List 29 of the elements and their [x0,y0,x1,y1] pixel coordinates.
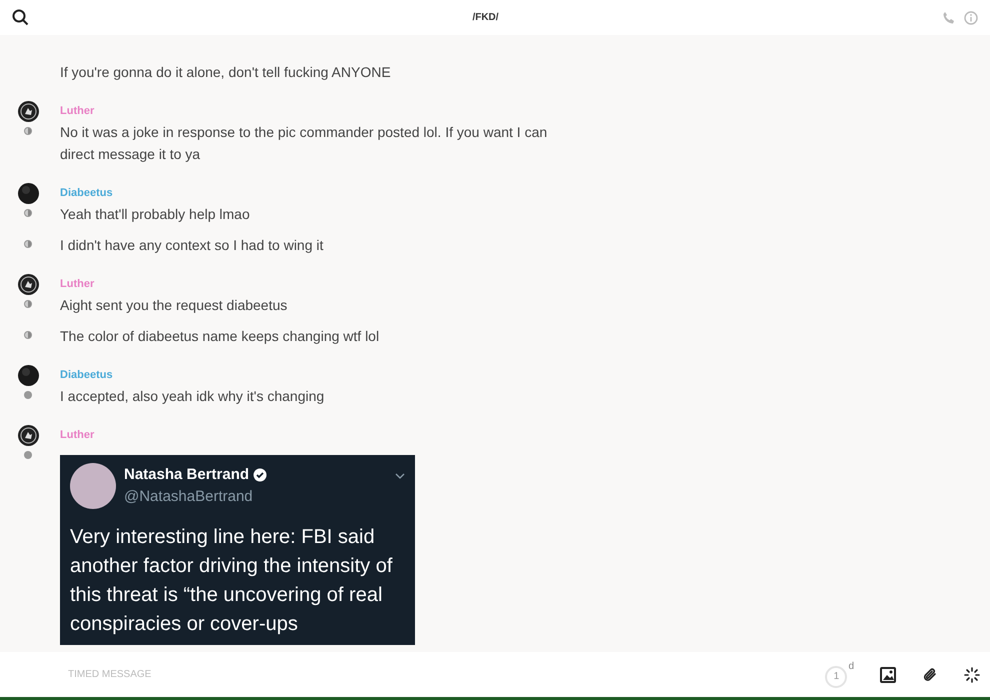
author-name: Luther [60,276,94,292]
chevron-down-icon [395,473,405,479]
message-text: No it was a joke in response to the pic commander posted lol. If you want I can direct message it to ya [60,123,548,164]
avatar-photo-placeholder [70,463,116,509]
message-text: I didn't have any context so I had to wing it [60,236,324,255]
search-icon[interactable] [12,9,29,26]
author-name: Diabeetus [60,186,113,201]
channel-title: /FKD/ [472,11,499,25]
message-text: Aight sent you the request diabeetus [60,296,288,315]
message-input[interactable]: TIMED MESSAGE [66,660,826,690]
message-text: The color of diabeetus name keeps changing wtf lol [60,327,380,346]
message-text: If you're gonna do it alone, don't tell fucking ANYONE [60,63,391,82]
avatar-icon[interactable] [18,100,38,122]
avatar-icon[interactable] [18,424,38,446]
avatar-icon[interactable] [18,364,38,386]
avatar-icon[interactable] [18,274,38,294]
author-name: Diabeetus [60,368,113,383]
tweet-author-name: Natasha Bertrand [124,464,250,484]
message-text: Yeah that'll probably help lmao [60,205,250,224]
message-text: I accepted, also yeah idk why it's changing [60,387,324,406]
image-icon[interactable] [880,666,896,682]
sparkle-icon[interactable] [964,666,980,682]
message-composer[interactable]: TIMED MESSAGE 1 d [0,652,990,700]
author-name: Luther [60,428,94,443]
paperclip-icon[interactable] [922,666,938,682]
tweet-text: Very interesting line here: FBI said another factor driving the intensity of this threat is “the uncovering of real conspiracies or cover-ups [70,525,394,637]
tweet-handle: @NatashaBertrand [124,487,254,507]
avatar-icon[interactable] [18,182,38,204]
author-name: Luther [60,104,94,119]
